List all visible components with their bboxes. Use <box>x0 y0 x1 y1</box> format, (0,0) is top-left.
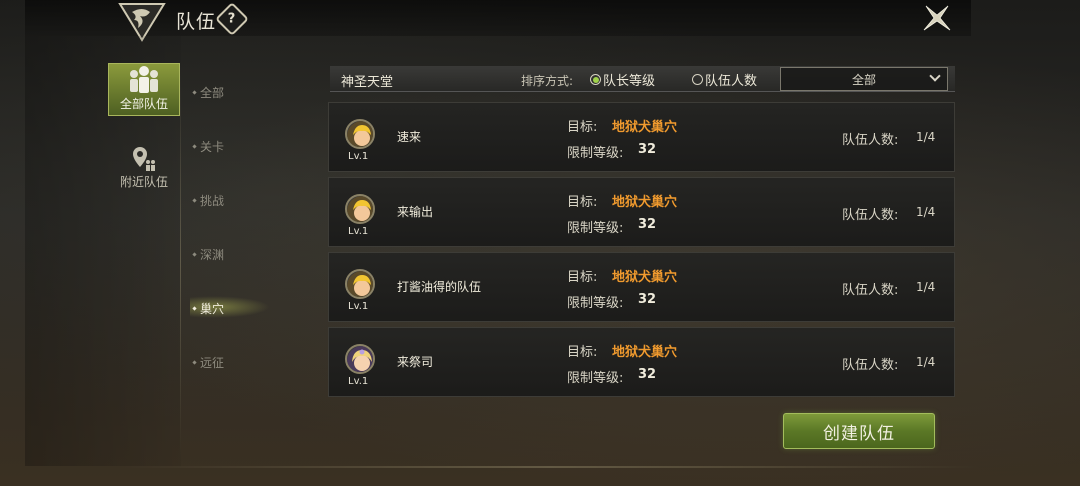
team-row[interactable]: Lv.1 打酱油得的队伍 目标: 地狱犬巢穴 限制等级: 32 队伍人数: 1/… <box>328 252 955 322</box>
target-label: 目标: <box>567 195 598 210</box>
team-row[interactable]: Lv.1 来输出 目标: 地狱犬巢穴 限制等级: 32 队伍人数: 1/4 <box>328 177 955 247</box>
level-limit-label: 限制等级: <box>567 296 624 311</box>
target-value: 地狱犬巢穴 <box>612 120 678 135</box>
target-label: 目标: <box>567 270 598 285</box>
leader-level: Lv.1 <box>348 301 369 312</box>
leader-level: Lv.1 <box>348 151 369 162</box>
zone-name: 神圣天堂 <box>341 75 394 90</box>
target-value: 地狱犬巢穴 <box>612 345 678 360</box>
target-value: 地狱犬巢穴 <box>612 195 678 210</box>
level-limit-label: 限制等级: <box>567 221 624 236</box>
avatar <box>345 194 375 224</box>
category-stage[interactable]: 关卡 <box>192 138 224 155</box>
team-size-value: 1/4 <box>916 280 936 294</box>
level-limit-value: 32 <box>638 292 657 307</box>
sort-label: 排序方式: <box>521 74 574 88</box>
create-team-button[interactable]: 创建队伍 <box>783 413 935 449</box>
avatar <box>345 344 375 374</box>
sort-option-leader-level[interactable]: 队长等级 <box>590 70 655 89</box>
sidebar-item-all-teams[interactable]: 全部队伍 <box>108 63 180 116</box>
team-size-label: 队伍人数: <box>842 283 899 298</box>
team-name: 打酱油得的队伍 <box>397 280 482 294</box>
team-name: 速来 <box>397 130 422 144</box>
team-name: 来输出 <box>397 205 434 219</box>
category-challenge[interactable]: 挑战 <box>192 192 224 209</box>
page-title: 队伍 <box>176 11 217 33</box>
level-limit-label: 限制等级: <box>567 146 624 161</box>
avatar <box>345 269 375 299</box>
avatar <box>345 119 375 149</box>
sort-option-team-size[interactable]: 队伍人数 <box>692 70 757 89</box>
level-limit-value: 32 <box>638 367 657 382</box>
level-limit-label: 限制等级: <box>567 371 624 386</box>
leader-level: Lv.1 <box>348 226 369 237</box>
help-icon: ? <box>228 11 236 27</box>
team-row[interactable]: Lv.1 来祭司 目标: 地狱犬巢穴 限制等级: 32 队伍人数: 1/4 <box>328 327 955 397</box>
group-icon <box>130 66 158 93</box>
category-expedition[interactable]: 远征 <box>192 354 224 371</box>
target-value: 地狱犬巢穴 <box>612 270 678 285</box>
team-name: 来祭司 <box>397 355 434 369</box>
close-button[interactable] <box>920 2 954 34</box>
radio-empty-icon <box>692 74 703 85</box>
team-size-value: 1/4 <box>916 130 936 144</box>
team-size-label: 队伍人数: <box>842 208 899 223</box>
category-nest[interactable]: 巢穴 <box>192 300 224 317</box>
radio-selected-icon <box>590 74 601 85</box>
category-abyss[interactable]: 深渊 <box>192 246 224 263</box>
target-label: 目标: <box>567 345 598 360</box>
leader-level: Lv.1 <box>348 376 369 387</box>
team-size-value: 1/4 <box>916 355 936 369</box>
level-limit-value: 32 <box>638 217 657 232</box>
sidebar-item-label: 附近队伍 <box>119 175 168 189</box>
location-people-icon <box>133 147 155 171</box>
category-all[interactable]: 全部 <box>192 84 224 101</box>
bottom-divider <box>120 466 980 468</box>
team-size-label: 队伍人数: <box>842 133 899 148</box>
team-row[interactable]: Lv.1 速来 目标: 地狱犬巢穴 限制等级: 32 队伍人数: 1/4 <box>328 102 955 172</box>
divider <box>180 60 181 460</box>
sidebar-item-label: 全部队伍 <box>119 97 168 111</box>
sidebar-item-nearby-teams[interactable]: 附近队伍 <box>108 140 180 190</box>
target-label: 目标: <box>567 120 598 135</box>
level-limit-value: 32 <box>638 142 657 157</box>
team-size-label: 队伍人数: <box>842 358 899 373</box>
filter-select[interactable]: 全部 <box>780 67 948 91</box>
team-size-value: 1/4 <box>916 205 936 219</box>
chevron-down-icon <box>929 70 941 82</box>
